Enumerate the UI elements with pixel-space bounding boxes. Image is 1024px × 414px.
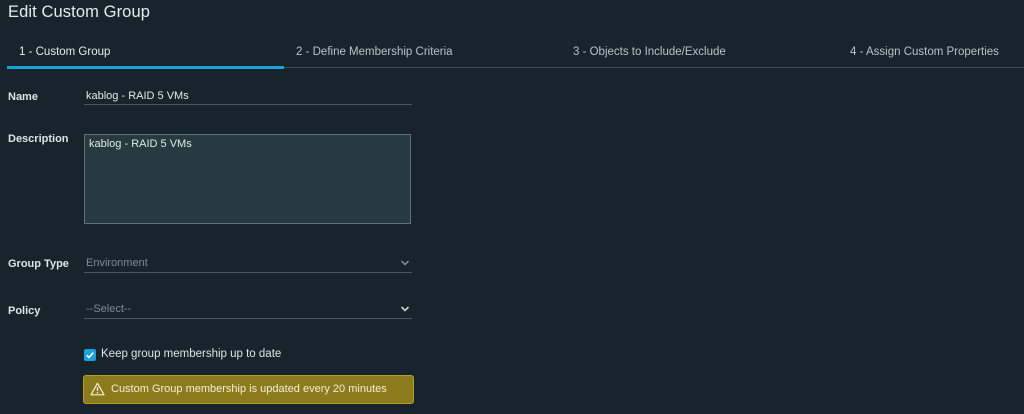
chevron-down-icon [401, 260, 409, 266]
group-type-value: Environment [86, 257, 148, 269]
tab-custom-group[interactable]: 1 - Custom Group [19, 46, 110, 58]
alert-text: Custom Group membership is updated every… [111, 383, 387, 395]
description-label: Description [8, 133, 69, 145]
keep-membership-checkbox[interactable] [84, 349, 96, 361]
membership-update-alert: Custom Group membership is updated every… [83, 375, 414, 404]
group-type-label: Group Type [8, 258, 69, 270]
tab-define-membership-criteria[interactable]: 2 - Define Membership Criteria [296, 46, 453, 58]
group-type-select[interactable]: Environment [84, 255, 412, 273]
dialog-title: Edit Custom Group [8, 3, 151, 21]
chevron-down-icon [400, 306, 410, 312]
tab-objects-include-exclude[interactable]: 3 - Objects to Include/Exclude [573, 46, 726, 58]
keep-membership-label: Keep group membership up to date [101, 348, 282, 360]
warning-icon [90, 382, 105, 396]
tab-assign-custom-properties[interactable]: 4 - Assign Custom Properties [850, 46, 999, 58]
policy-select[interactable]: --Select-- [84, 301, 412, 319]
wizard-tabs: 1 - Custom Group 2 - Define Membership C… [7, 42, 1024, 69]
active-tab-indicator [7, 66, 284, 69]
edit-custom-group-dialog: Edit Custom Group 1 - Custom Group 2 - D… [0, 0, 1024, 414]
policy-label: Policy [8, 305, 41, 317]
policy-value: --Select-- [86, 303, 132, 315]
checkmark-icon [86, 352, 94, 359]
name-input[interactable] [84, 87, 412, 105]
description-textarea[interactable]: kablog - RAID 5 VMs [84, 134, 411, 224]
name-label: Name [8, 91, 38, 103]
